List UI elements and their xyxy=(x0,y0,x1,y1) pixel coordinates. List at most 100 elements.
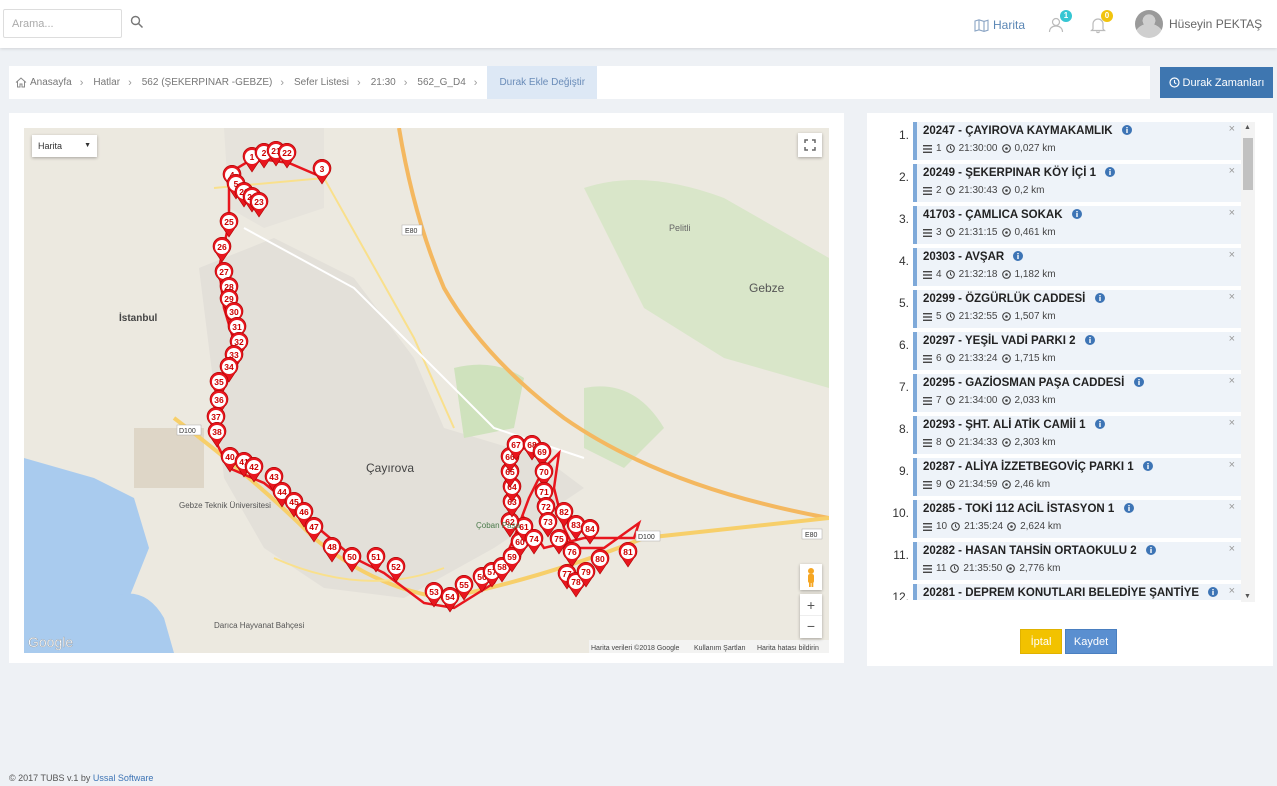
stop-list-item[interactable]: 6. 20297 - YEŞİL VADİ PARKI 2 × 6 21:33:24 1… xyxy=(889,330,1241,372)
remove-stop-icon[interactable]: × xyxy=(1229,417,1235,429)
stop-card[interactable]: 20287 - ALİYA İZZETBEGOVİÇ PARKI 1 × 9 21:… xyxy=(913,458,1241,496)
footer-link[interactable]: Ussal Software xyxy=(93,773,154,783)
info-icon[interactable] xyxy=(1094,419,1105,429)
stop-list-item[interactable]: 12. 20281 - DEPREM KONUTLARI BELEDİYE ŞAN… xyxy=(889,582,1241,600)
breadcrumb-trip-list[interactable]: Sefer Listesi › xyxy=(288,66,365,99)
stop-card[interactable]: 20249 - ŞEKERPINAR KÖY İÇİ 1 × 2 21:30:43 0… xyxy=(913,164,1241,202)
clock-icon xyxy=(950,564,960,573)
search-icon[interactable] xyxy=(130,15,144,29)
save-button[interactable]: Kaydet xyxy=(1065,629,1117,654)
stop-marker[interactable]: 84 xyxy=(580,518,600,545)
stop-list-item[interactable]: 2. 20249 - ŞEKERPINAR KÖY İÇİ 1 × 2 21:30:4… xyxy=(889,162,1241,204)
stop-marker[interactable]: 81 xyxy=(618,541,638,568)
search-input[interactable] xyxy=(3,9,122,38)
street-view-pegman[interactable] xyxy=(800,564,822,590)
user-name[interactable]: Hüseyin PEKTAŞ xyxy=(1169,17,1262,31)
remove-stop-icon[interactable]: × xyxy=(1229,249,1235,261)
cancel-button[interactable]: İptal xyxy=(1020,629,1062,654)
svg-text:3: 3 xyxy=(320,164,325,174)
stop-list-item[interactable]: 3. 41703 - ÇAMLICA SOKAK × 3 21:31:15 0,461 … xyxy=(889,204,1241,246)
stop-list-item[interactable]: 9. 20287 - ALİYA İZZETBEGOVİÇ PARKI 1 × 9 2… xyxy=(889,456,1241,498)
breadcrumb-home[interactable]: Anasayfa › xyxy=(27,66,87,99)
stop-list-item[interactable]: 7. 20295 - GAZİOSMAN PAŞA CADDESİ × 7 21:34… xyxy=(889,372,1241,414)
svg-text:31: 31 xyxy=(232,322,242,332)
clock-icon xyxy=(951,522,960,531)
avatar[interactable] xyxy=(1135,10,1163,38)
svg-text:23: 23 xyxy=(254,197,264,207)
remove-stop-icon[interactable]: × xyxy=(1229,375,1235,387)
list-icon xyxy=(923,144,932,153)
stop-marker[interactable]: 25 xyxy=(219,211,239,238)
svg-text:48: 48 xyxy=(327,542,337,552)
stop-list-item[interactable]: 10. 20285 - TOKİ 112 ACİL İSTASYON 1 × 10 2… xyxy=(889,498,1241,540)
info-icon[interactable] xyxy=(1208,587,1219,597)
bell-notification[interactable]: 0 xyxy=(1089,10,1113,34)
scroll-up-icon[interactable]: ▲ xyxy=(1244,124,1251,131)
stop-card[interactable]: 20247 - ÇAYIROVA KAYMAKAMLIK × 1 21:30:00 0… xyxy=(913,122,1241,160)
distance-icon xyxy=(1001,144,1011,153)
stop-card[interactable]: 20293 - ŞHT. ALİ ATİK CAMİİ 1 × 8 21:34:33… xyxy=(913,416,1241,454)
stop-list-item[interactable]: 8. 20293 - ŞHT. ALİ ATİK CAMİİ 1 × 8 21:34:… xyxy=(889,414,1241,456)
stop-card[interactable]: 20303 - AVŞAR × 4 21:32:18 1,182 km xyxy=(913,248,1241,286)
report-link[interactable]: Harita hatası bildirin xyxy=(757,645,819,652)
scroll-down-icon[interactable]: ▼ xyxy=(1244,593,1251,600)
stop-marker[interactable]: 74 xyxy=(524,528,544,555)
info-icon[interactable] xyxy=(1145,545,1156,555)
stop-list-scrollbar[interactable]: ▲ ▼ xyxy=(1241,122,1255,602)
remove-stop-icon[interactable]: × xyxy=(1229,543,1235,555)
map-nav-link[interactable]: Harita xyxy=(974,18,1025,32)
info-icon[interactable] xyxy=(1123,503,1134,513)
scrollbar-thumb[interactable] xyxy=(1243,138,1253,190)
user-requests-notification[interactable]: 1 xyxy=(1048,10,1072,34)
remove-stop-icon[interactable]: × xyxy=(1229,459,1235,471)
breadcrumb-lines[interactable]: Hatlar › xyxy=(87,66,135,99)
stop-card[interactable]: 20281 - DEPREM KONUTLARI BELEDİYE ŞANTİY… xyxy=(913,584,1241,600)
stop-card[interactable]: 20282 - HASAN TAHSİN ORTAOKULU 2 × 11 21:3… xyxy=(913,542,1241,580)
breadcrumb-trip[interactable]: 562_G_D4 › xyxy=(411,66,481,99)
stop-list-item[interactable]: 4. 20303 - AVŞAR × 4 21:32:18 1,182 km xyxy=(889,246,1241,288)
info-icon[interactable] xyxy=(1142,461,1153,471)
stop-card[interactable]: 20297 - YEŞİL VADİ PARKI 2 × 6 21:33:24 1,7… xyxy=(913,332,1241,370)
breadcrumb-line[interactable]: 562 (ŞEKERPINAR -GEBZE) › xyxy=(136,66,288,99)
svg-text:73: 73 xyxy=(543,517,553,527)
info-icon[interactable] xyxy=(1094,293,1105,303)
remove-stop-icon[interactable]: × xyxy=(1229,165,1235,177)
remove-stop-icon[interactable]: × xyxy=(1229,123,1235,135)
remove-stop-icon[interactable]: × xyxy=(1229,333,1235,345)
remove-stop-icon[interactable]: × xyxy=(1229,207,1235,219)
stop-order: 10 xyxy=(936,521,948,532)
breadcrumb-time[interactable]: 21:30 › xyxy=(365,66,412,99)
stop-list-item[interactable]: 5. 20299 - ÖZGÜRLÜK CADDESİ × 5 21:32:55 1,5… xyxy=(889,288,1241,330)
distance-icon xyxy=(1007,522,1016,531)
stop-times-button[interactable]: Durak Zamanları xyxy=(1160,67,1273,98)
stop-list-item[interactable]: 11. 20282 - HASAN TAHSİN ORTAOKULU 2 × 11 2… xyxy=(889,540,1241,582)
map-type-select[interactable]: Harita ▼ xyxy=(32,135,97,157)
route-map[interactable]: 3122122452024232526272829303132333435363… xyxy=(24,128,829,653)
svg-text:71: 71 xyxy=(539,487,549,497)
stop-time: 21:30:00 xyxy=(958,143,998,154)
stop-distance: 2,033 km xyxy=(1014,395,1056,406)
stop-list-item[interactable]: 1. 20247 - ÇAYIROVA KAYMAKAMLIK × 1 21:30:0… xyxy=(889,120,1241,162)
info-icon[interactable] xyxy=(1105,167,1116,177)
info-icon[interactable] xyxy=(1013,251,1024,261)
fullscreen-icon xyxy=(804,139,816,151)
zoom-in-button[interactable]: + xyxy=(800,594,822,616)
info-icon[interactable] xyxy=(1084,335,1095,345)
remove-stop-icon[interactable]: × xyxy=(1229,501,1235,513)
remove-stop-icon[interactable]: × xyxy=(1229,291,1235,303)
zoom-out-button[interactable]: − xyxy=(800,616,822,638)
info-icon[interactable] xyxy=(1071,209,1082,219)
stop-card[interactable]: 20295 - GAZİOSMAN PAŞA CADDESİ × 7 21:34:0… xyxy=(913,374,1241,412)
svg-text:76: 76 xyxy=(567,547,577,557)
stop-marker[interactable]: 54 xyxy=(440,586,460,613)
terms-link[interactable]: Kullanım Şartları xyxy=(694,645,746,652)
stop-card[interactable]: 20299 - ÖZGÜRLÜK CADDESİ × 5 21:32:55 1,507… xyxy=(913,290,1241,328)
remove-stop-icon[interactable]: × xyxy=(1229,585,1235,597)
fullscreen-button[interactable] xyxy=(798,133,822,157)
stop-card[interactable]: 20285 - TOKİ 112 ACİL İSTASYON 1 × 10 21:3… xyxy=(913,500,1241,538)
info-icon[interactable] xyxy=(1121,125,1132,135)
info-icon[interactable] xyxy=(1133,377,1144,387)
map-canvas[interactable]: 3122122452024232526272829303132333435363… xyxy=(24,128,829,653)
stop-index: 8. xyxy=(898,422,909,436)
stop-card[interactable]: 41703 - ÇAMLICA SOKAK × 3 21:31:15 0,461 km xyxy=(913,206,1241,244)
